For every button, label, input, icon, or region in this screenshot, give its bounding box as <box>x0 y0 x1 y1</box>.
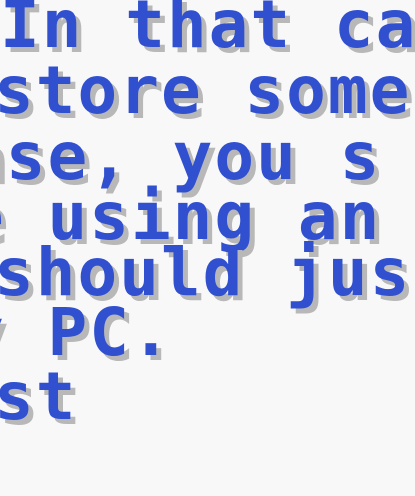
dialog-line-7: st <box>0 358 78 435</box>
dialog-line-6: y PC. <box>0 294 173 371</box>
game-screen: In that ca store some ase, you s e using… <box>0 0 415 496</box>
dialog-line-2: store some <box>0 52 412 129</box>
dialog-line-1: In that ca <box>0 0 415 63</box>
